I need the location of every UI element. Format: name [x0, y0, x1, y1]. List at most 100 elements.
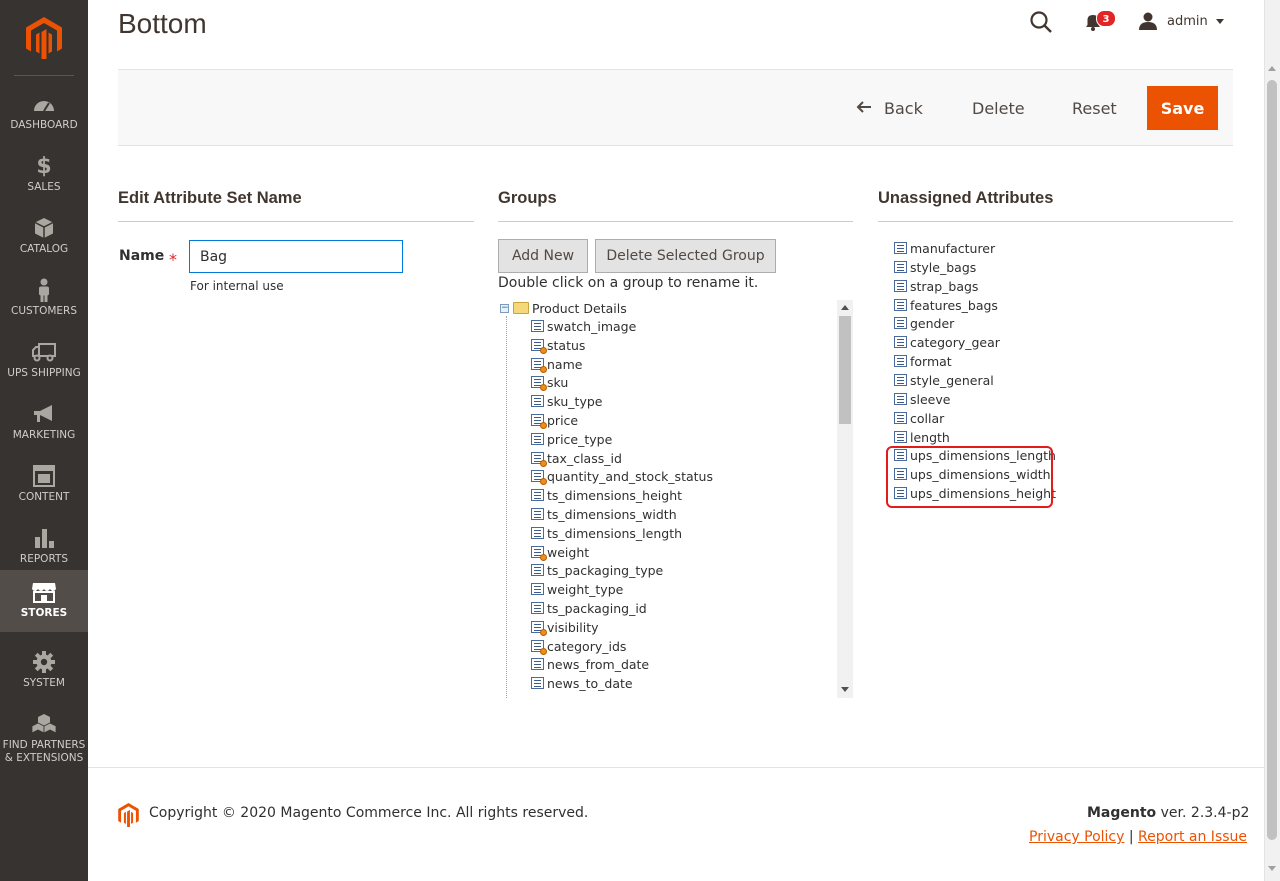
groups-section-title: Groups	[498, 189, 557, 207]
unassigned-attribute-item[interactable]: style_general	[894, 371, 994, 389]
sidebar-item-customers[interactable]: CUSTOMERS	[0, 270, 88, 332]
group-attribute-item[interactable]: weight_type	[531, 580, 623, 598]
unassigned-attribute-item[interactable]: category_gear	[894, 333, 1000, 351]
attribute-icon	[894, 355, 907, 367]
sidebar-item-label: SYSTEM	[23, 677, 65, 689]
group-attribute-item[interactable]: quantity_and_stock_status	[531, 467, 713, 485]
footer-links: Privacy Policy | Report an Issue	[1029, 829, 1247, 845]
admin-sidebar: DASHBOARD $ SALES CATALOG CUSTOMERS UPS …	[0, 0, 88, 881]
search-icon[interactable]	[1029, 10, 1053, 34]
scroll-down-arrow-icon[interactable]	[841, 687, 849, 692]
sidebar-item-system[interactable]: SYSTEM	[0, 642, 88, 704]
system-attribute-badge-icon	[540, 347, 547, 354]
group-node-product-details[interactable]: − Product Details	[500, 299, 627, 317]
add-new-group-button[interactable]: Add New	[498, 239, 588, 273]
footer-divider	[88, 767, 1264, 768]
group-attribute-item[interactable]: weight	[531, 543, 589, 561]
group-attribute-item[interactable]: name	[531, 355, 582, 373]
group-attribute-item[interactable]: category_ids	[531, 637, 626, 655]
group-attribute-item[interactable]: news_from_date	[531, 655, 649, 673]
attribute-label: status	[547, 337, 586, 353]
attribute-label: price_type	[547, 431, 613, 447]
unassigned-attribute-item[interactable]: format	[894, 352, 952, 370]
layout-icon	[29, 464, 59, 488]
delete-selected-group-button[interactable]: Delete Selected Group	[595, 239, 776, 273]
attribute-label: sku_type	[547, 393, 603, 409]
delete-button[interactable]: Delete	[972, 86, 1025, 130]
group-attribute-item[interactable]: ts_dimensions_length	[531, 524, 682, 542]
system-attribute-badge-icon	[540, 384, 547, 391]
attribute-icon	[531, 433, 544, 445]
chevron-down-icon	[1215, 18, 1224, 24]
collapse-toggle-icon[interactable]: −	[500, 303, 509, 313]
attribute-icon	[894, 317, 907, 329]
report-issue-link[interactable]: Report an Issue	[1138, 829, 1247, 845]
arrow-left-icon	[856, 98, 872, 119]
tree-scroll-thumb[interactable]	[839, 316, 851, 424]
group-attribute-item[interactable]: news_to_date	[531, 674, 633, 692]
system-attribute-badge-icon	[540, 422, 547, 429]
scroll-down-arrow-icon[interactable]	[1268, 866, 1276, 871]
sidebar-item-label: SALES	[27, 181, 61, 193]
bar-chart-icon	[29, 526, 59, 550]
group-attribute-item[interactable]: ts_dimensions_width	[531, 505, 677, 523]
sidebar-item-catalog[interactable]: CATALOG	[0, 208, 88, 270]
attribute-set-name-input[interactable]	[189, 240, 403, 273]
privacy-policy-link[interactable]: Privacy Policy	[1029, 829, 1124, 845]
system-attribute-badge-icon	[540, 460, 547, 467]
sidebar-item-content[interactable]: CONTENT	[0, 456, 88, 518]
unassigned-attribute-item[interactable]: sleeve	[894, 390, 950, 408]
tree-connector-line	[506, 316, 507, 698]
sidebar-item-ups-shipping[interactable]: UPS SHIPPING	[0, 332, 88, 394]
attribute-label: swatch_image	[547, 318, 637, 334]
dollar-icon: $	[36, 153, 52, 179]
attribute-label: news_from_date	[547, 656, 650, 672]
admin-user-menu[interactable]: admin	[1138, 10, 1224, 32]
unassigned-attribute-item[interactable]: collar	[894, 409, 944, 427]
reset-button[interactable]: Reset	[1072, 86, 1117, 130]
sidebar-item-marketing[interactable]: MARKETING	[0, 394, 88, 456]
unassigned-attribute-item[interactable]: manufacturer	[894, 239, 995, 257]
footer-link-separator: |	[1124, 829, 1139, 845]
sidebar-item-stores[interactable]: STORES	[0, 570, 88, 632]
system-attribute-badge-icon	[540, 648, 547, 655]
group-attribute-item[interactable]: status	[531, 336, 585, 354]
attribute-icon	[531, 320, 544, 332]
sidebar-item-dashboard[interactable]: DASHBOARD	[0, 84, 88, 146]
group-attribute-item[interactable]: tax_class_id	[531, 449, 622, 467]
back-button[interactable]: Back	[856, 86, 923, 130]
attribute-icon	[531, 546, 547, 561]
group-attribute-item[interactable]: sku_type	[531, 392, 602, 410]
page-actions-bar: Back Delete Reset Save	[118, 69, 1233, 146]
unassigned-attribute-item[interactable]: style_bags	[894, 258, 976, 276]
attribute-icon	[894, 431, 907, 443]
page-scroll-thumb[interactable]	[1267, 80, 1277, 840]
cubes-icon	[29, 712, 59, 736]
unassigned-attribute-item[interactable]: length	[894, 428, 950, 446]
sidebar-item-find-partners[interactable]: FIND PARTNERS & EXTENSIONS	[0, 704, 88, 766]
folder-icon	[513, 302, 529, 314]
group-attribute-item[interactable]: price_type	[531, 430, 612, 448]
notifications-count-badge[interactable]: 3	[1096, 10, 1116, 27]
unassigned-attribute-item[interactable]: features_bags	[894, 296, 998, 314]
save-button[interactable]: Save	[1147, 86, 1218, 130]
scroll-up-arrow-icon[interactable]	[1268, 66, 1276, 71]
unassigned-attribute-item[interactable]: strap_bags	[894, 277, 978, 295]
group-attribute-item[interactable]: swatch_image	[531, 317, 636, 335]
sidebar-item-sales[interactable]: $ SALES	[0, 146, 88, 208]
unassigned-attribute-item[interactable]: gender	[894, 314, 954, 332]
group-attribute-item[interactable]: visibility	[531, 618, 599, 636]
group-attribute-item[interactable]: price	[531, 411, 578, 429]
attribute-icon	[531, 564, 544, 576]
group-attribute-item[interactable]: ts_dimensions_height	[531, 486, 682, 504]
box-icon	[29, 216, 59, 240]
group-attribute-item[interactable]: sku	[531, 373, 568, 391]
attribute-icon	[531, 395, 544, 407]
version-number: ver. 2.3.4-p2	[1156, 805, 1250, 821]
scroll-up-arrow-icon[interactable]	[841, 305, 849, 310]
magento-logo-icon[interactable]	[0, 0, 88, 76]
person-icon	[29, 278, 59, 302]
group-attribute-item[interactable]: ts_packaging_id	[531, 599, 647, 617]
attribute-label: tax_class_id	[547, 450, 622, 466]
group-attribute-item[interactable]: ts_packaging_type	[531, 561, 663, 579]
